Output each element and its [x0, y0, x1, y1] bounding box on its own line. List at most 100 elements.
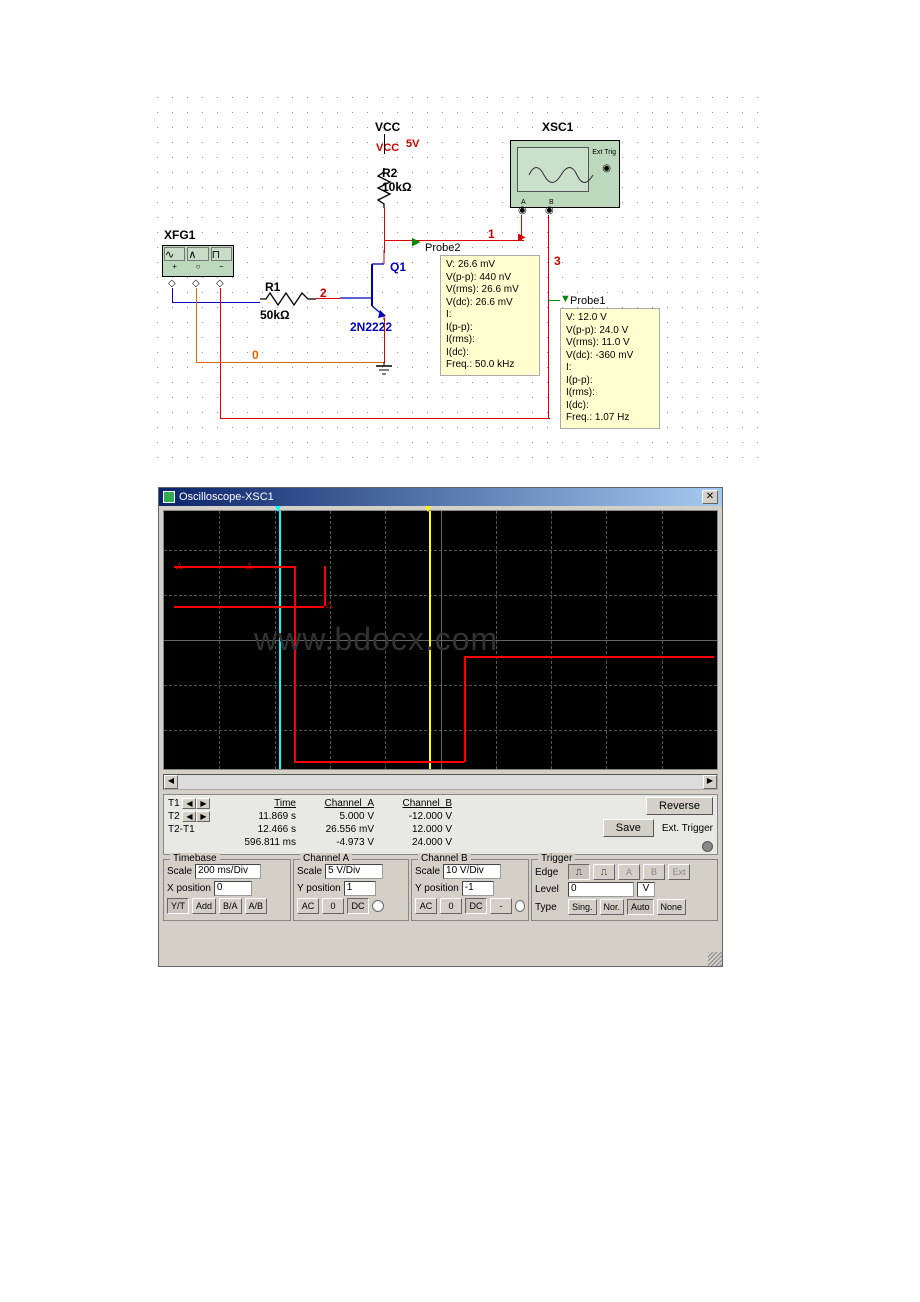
chb-dc-button[interactable]: DC — [465, 898, 487, 914]
cursor-t2-marker-icon: ▼ — [423, 504, 433, 515]
timebase-legend: Timebase — [170, 853, 220, 864]
trigger-level-input[interactable]: 0 — [568, 882, 634, 897]
chb-zero-button[interactable]: 0 — [440, 898, 462, 914]
t2-time-value: 12.466 s — [222, 823, 296, 836]
chb-header: Channel_B — [378, 797, 452, 810]
t1-chb-value: -12.000 V — [378, 810, 452, 823]
vcc2-label: VCC — [376, 142, 399, 154]
edge-ext-button[interactable]: Ext — [668, 864, 690, 880]
arrow-right-icon: ▶ — [518, 232, 526, 243]
t1-left-button[interactable]: ◀ — [182, 798, 196, 809]
t1-label: T1 — [168, 798, 180, 809]
diff-chb-value: 24.000 V — [378, 836, 452, 849]
cursor-t1-marker-icon: ▼ — [273, 504, 283, 515]
trigger-legend: Trigger — [538, 853, 575, 864]
xsc1-label: XSC1 — [542, 120, 573, 134]
probe1-label: Probe1 — [570, 295, 605, 307]
net-1: 1 — [488, 227, 495, 241]
reverse-button[interactable]: Reverse — [646, 797, 713, 815]
ext-trigger-led-icon — [702, 841, 713, 852]
timebase-xpos-label: X position — [167, 883, 211, 894]
chb-minus-button[interactable]: - — [490, 898, 512, 914]
t2-left-button[interactable]: ◀ — [182, 811, 196, 822]
trigger-level-label: Level — [535, 884, 565, 895]
diff-time-value: 596.811 ms — [222, 836, 296, 849]
oscilloscope-title: Oscilloscope-XSC1 — [179, 491, 274, 503]
cursor-readout-panel: T1 ◀▶ T2 ◀▶ T2-T1 Time 11.869 s 12.466 s… — [163, 794, 718, 855]
chb-ac-button[interactable]: AC — [415, 898, 437, 914]
probe2-arrow-icon: ▶ — [412, 235, 420, 248]
trigger-group: Trigger Edge ⎍ ⎍ A B Ext Level 0 V Type … — [531, 859, 718, 921]
t2t1-label: T2-T1 — [168, 823, 218, 836]
timebase-scale-label: Scale — [167, 866, 192, 877]
net-3: 3 — [554, 254, 561, 268]
t2-chb-value: 12.000 V — [378, 823, 452, 836]
channel-a-group: Channel A Scale 5 V/Div Y position 1 AC … — [293, 859, 409, 921]
r1-value: 50kΩ — [260, 308, 290, 322]
xsc-term-a: ◉ — [518, 205, 527, 216]
trigger-auto-button[interactable]: Auto — [627, 899, 654, 915]
vcc-label: VCC — [375, 120, 400, 134]
resize-grip-icon[interactable] — [708, 952, 722, 966]
xfg1-label: XFG1 — [164, 228, 195, 242]
edge-rise-button[interactable]: ⎍ — [568, 864, 590, 880]
timebase-xpos-input[interactable]: 0 — [214, 881, 252, 896]
cha-scale-input[interactable]: 5 V/Div — [325, 864, 383, 879]
scroll-right-button[interactable]: ▶ — [703, 775, 717, 789]
trigger-none-button[interactable]: None — [657, 899, 687, 915]
cha-ac-button[interactable]: AC — [297, 898, 319, 914]
yt-button[interactable]: Y/T — [167, 898, 189, 914]
diff-cha-value: -4.973 V — [300, 836, 374, 849]
trigger-sing-button[interactable]: Sing. — [568, 899, 597, 915]
scroll-left-button[interactable]: ◀ — [164, 775, 178, 789]
watermark-text: www.bdocx.com — [254, 621, 498, 658]
xfg1-instrument[interactable]: ∿∧⊓ +○− — [162, 245, 234, 277]
xsc-ext-terminal: ◉ — [602, 163, 611, 174]
xsc1-instrument[interactable]: Ext Trig ◉ A B — [510, 140, 620, 208]
xsc1-screen-icon — [517, 147, 589, 192]
channel-b-group: Channel B Scale 10 V/Div Y position -1 A… — [411, 859, 529, 921]
t1-time-value: 11.869 s — [222, 810, 296, 823]
xsc-ext-trig: Ext Trig — [592, 149, 616, 156]
cha-header: Channel_A — [300, 797, 374, 810]
ba-button[interactable]: B/A — [219, 898, 242, 914]
time-header: Time — [222, 797, 296, 810]
oscilloscope-display[interactable]: ▼ ▼ △ △ △ www.bdocx.com — [163, 510, 718, 770]
cha-dc-button[interactable]: DC — [347, 898, 369, 914]
cha-ypos-input[interactable]: 1 — [344, 881, 376, 896]
chb-legend: Channel B — [418, 853, 471, 864]
chb-ypos-input[interactable]: -1 — [462, 881, 494, 896]
probe2-label: Probe2 — [425, 242, 460, 254]
chb-color-indicator — [515, 900, 525, 912]
ground-symbol — [374, 362, 394, 378]
chb-scale-input[interactable]: 10 V/Div — [443, 864, 501, 879]
cha-zero-button[interactable]: 0 — [322, 898, 344, 914]
edge-a-button[interactable]: A — [618, 864, 640, 880]
t1-right-button[interactable]: ▶ — [196, 798, 210, 809]
edge-b-button[interactable]: B — [643, 864, 665, 880]
timebase-scale-input[interactable]: 200 ms/Div — [195, 864, 261, 879]
cha-legend: Channel A — [300, 853, 352, 864]
ext-trigger-label: Ext. Trigger — [662, 822, 713, 835]
trigger-nor-button[interactable]: Nor. — [600, 899, 625, 915]
scope-scrollbar[interactable]: ◀ ▶ — [163, 774, 718, 790]
edge-fall-button[interactable]: ⎍ — [593, 864, 615, 880]
timebase-group: Timebase Scale 200 ms/Div X position 0 Y… — [163, 859, 291, 921]
oscilloscope-titlebar[interactable]: Oscilloscope-XSC1 ✕ — [159, 488, 722, 506]
vcc-value: 5V — [406, 138, 419, 150]
trigger-type-label: Type — [535, 902, 565, 913]
q1-model: 2N2222 — [350, 320, 392, 334]
t2-cha-value: 26.556 mV — [300, 823, 374, 836]
r2-symbol — [376, 168, 394, 208]
ab-button[interactable]: A/B — [245, 898, 268, 914]
add-button[interactable]: Add — [192, 898, 216, 914]
t1-cha-value: 5.000 V — [300, 810, 374, 823]
trigger-level-unit[interactable]: V — [637, 882, 655, 897]
cha-color-indicator — [372, 900, 384, 912]
chb-ypos-label: Y position — [415, 883, 459, 894]
save-button[interactable]: Save — [603, 819, 654, 837]
oscilloscope-window[interactable]: Oscilloscope-XSC1 ✕ ▼ ▼ △ △ △ — [158, 487, 723, 967]
close-button[interactable]: ✕ — [702, 490, 718, 504]
t2-right-button[interactable]: ▶ — [196, 811, 210, 822]
schematic-canvas[interactable]: VCC VCC 5V R2 10kΩ R1 50kΩ Q1 2N2222 XFG… — [150, 90, 770, 460]
